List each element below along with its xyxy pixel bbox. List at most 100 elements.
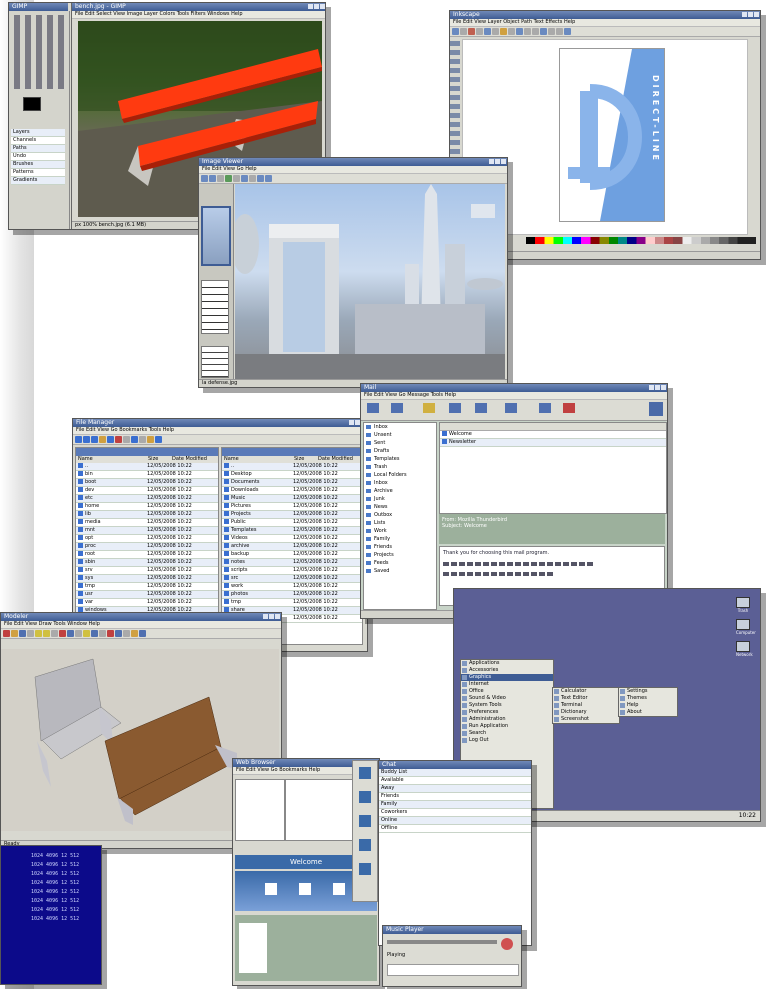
menu-item[interactable]: Run Application bbox=[461, 723, 553, 730]
dock-item[interactable]: Layers bbox=[11, 129, 65, 137]
dock-item[interactable]: Channels bbox=[11, 137, 65, 145]
browser-sidebar[interactable] bbox=[235, 779, 285, 841]
chat-row[interactable]: Buddy List bbox=[379, 769, 531, 777]
file-row[interactable]: work 12/05/2008 10:22 bbox=[222, 583, 362, 591]
menu-item[interactable]: Settings bbox=[619, 688, 677, 695]
gimp-menubar[interactable]: File Edit Select View Image Layer Colors… bbox=[72, 11, 325, 19]
chat-row[interactable]: Offline bbox=[379, 825, 531, 833]
file-row[interactable]: boot 12/05/2008 10:22 bbox=[76, 479, 218, 487]
message-row[interactable]: Welcome bbox=[440, 431, 666, 439]
menu-item[interactable]: Search bbox=[461, 730, 553, 737]
play-button[interactable] bbox=[501, 938, 513, 950]
fm-titlebar[interactable]: File Manager bbox=[73, 419, 367, 427]
file-row[interactable]: Public 12/05/2008 10:22 bbox=[222, 519, 362, 527]
image-viewer-window[interactable]: Image Viewer File Edit View Go Help la d… bbox=[198, 157, 508, 388]
menu-item[interactable]: Internet bbox=[461, 681, 553, 688]
player-playlist[interactable] bbox=[387, 964, 519, 976]
dock-item[interactable]: Gradients bbox=[11, 177, 65, 185]
menu-item[interactable]: Preferences bbox=[461, 709, 553, 716]
mail-message-list[interactable]: Welcome Newsletter bbox=[439, 422, 667, 514]
chat-row[interactable]: Coworkers bbox=[379, 809, 531, 817]
viewer-titlebar[interactable]: Image Viewer bbox=[199, 158, 507, 166]
chat-row[interactable]: Away bbox=[379, 785, 531, 793]
chat-row[interactable]: Friends bbox=[379, 793, 531, 801]
fm-toolbar[interactable] bbox=[73, 435, 367, 445]
player-seek-bar[interactable] bbox=[387, 940, 497, 944]
menu-item[interactable]: Calculator bbox=[553, 688, 619, 695]
folder-item[interactable]: Inbox bbox=[364, 479, 436, 487]
folder-item[interactable]: Outbox bbox=[364, 511, 436, 519]
submenu2[interactable]: Settings Themes Help About bbox=[618, 687, 678, 717]
file-row[interactable]: backup 12/05/2008 10:22 bbox=[222, 551, 362, 559]
launcher-list[interactable] bbox=[239, 923, 267, 973]
inkscape-menubar[interactable]: File Edit View Layer Object Path Text Ef… bbox=[450, 19, 760, 27]
menu-item[interactable]: Administration bbox=[461, 716, 553, 723]
folder-item[interactable]: Work bbox=[364, 527, 436, 535]
launcher-icon[interactable] bbox=[359, 863, 371, 875]
viewer-toolbar[interactable] bbox=[199, 174, 507, 184]
menu-item[interactable]: Dictionary bbox=[553, 709, 619, 716]
terminal-window[interactable]: 1024 4096 12 512 1024 4096 12 512 1024 409… bbox=[0, 845, 102, 985]
file-row[interactable]: Templates 12/05/2008 10:22 bbox=[222, 527, 362, 535]
browser-lower-panel[interactable] bbox=[235, 915, 377, 981]
file-row[interactable]: scripts 12/05/2008 10:22 bbox=[222, 567, 362, 575]
dock-item[interactable]: Undo bbox=[11, 153, 65, 161]
file-row[interactable]: home 12/05/2008 10:22 bbox=[76, 503, 218, 511]
file-row[interactable]: Pictures 12/05/2008 10:22 bbox=[222, 503, 362, 511]
file-row[interactable]: src 12/05/2008 10:22 bbox=[222, 575, 362, 583]
col-name[interactable]: Name bbox=[76, 456, 148, 463]
viewer-menubar[interactable]: File Edit View Go Help bbox=[199, 166, 507, 174]
folder-item[interactable]: Unsent bbox=[364, 431, 436, 439]
launcher-icon[interactable] bbox=[359, 815, 371, 827]
fm-menubar[interactable]: File Edit View Go Bookmarks Tools Help bbox=[73, 427, 367, 435]
file-row[interactable]: .. 12/05/2008 10:22 bbox=[76, 463, 218, 471]
file-row[interactable]: srv 12/05/2008 10:22 bbox=[76, 567, 218, 575]
menu-item[interactable]: Screenshot bbox=[553, 716, 619, 723]
mail-window[interactable]: Mail File Edit View Go Message Tools Hel… bbox=[360, 383, 668, 619]
fm-left-path-bar[interactable] bbox=[76, 448, 218, 456]
submenu[interactable]: Calculator Text Editor Terminal Dictionary S… bbox=[552, 687, 620, 724]
menu-item[interactable]: Applications bbox=[461, 660, 553, 667]
thumbnail[interactable] bbox=[201, 280, 229, 334]
file-row[interactable]: usr 12/05/2008 10:22 bbox=[76, 591, 218, 599]
file-row[interactable]: photos 12/05/2008 10:22 bbox=[222, 591, 362, 599]
file-row[interactable]: opt 12/05/2008 10:22 bbox=[76, 535, 218, 543]
file-row[interactable]: Desktop 12/05/2008 10:22 bbox=[222, 471, 362, 479]
inkscape-palette[interactable] bbox=[526, 237, 756, 244]
chat-row[interactable]: Available bbox=[379, 777, 531, 785]
hero-icon[interactable] bbox=[299, 883, 311, 895]
menu-item[interactable]: Log Out bbox=[461, 737, 553, 744]
chat-row[interactable]: Online bbox=[379, 817, 531, 825]
chat-list[interactable]: Buddy List Available Away Friends Family Cowo… bbox=[379, 769, 531, 833]
file-row[interactable]: mnt 12/05/2008 10:22 bbox=[76, 527, 218, 535]
message-row[interactable]: Newsletter bbox=[440, 439, 666, 447]
fm-right-path-bar[interactable] bbox=[222, 448, 362, 456]
folder-item[interactable]: Local Folders bbox=[364, 471, 436, 479]
folder-item[interactable]: Sent bbox=[364, 439, 436, 447]
cad-toolbar[interactable] bbox=[1, 629, 281, 639]
hero-icon[interactable] bbox=[333, 883, 345, 895]
thumbnail-selected[interactable] bbox=[201, 206, 231, 266]
folder-item[interactable]: News bbox=[364, 503, 436, 511]
menu-item[interactable]: Office bbox=[461, 688, 553, 695]
inkscape-titlebar[interactable]: Inkscape bbox=[450, 11, 760, 19]
col-date[interactable]: Date Modified bbox=[172, 456, 207, 462]
folder-item[interactable]: Saved bbox=[364, 567, 436, 575]
file-row[interactable]: proc 12/05/2008 10:22 bbox=[76, 543, 218, 551]
file-row[interactable]: bin 12/05/2008 10:22 bbox=[76, 471, 218, 479]
cad-menubar[interactable]: File Edit View Draw Tools Window Help bbox=[1, 621, 281, 629]
cad-titlebar[interactable]: Modeler bbox=[1, 613, 281, 621]
folder-item[interactable]: Lists bbox=[364, 519, 436, 527]
folder-item[interactable]: Templates bbox=[364, 455, 436, 463]
col-date[interactable]: Date Modified bbox=[318, 456, 353, 462]
menu-item[interactable]: Terminal bbox=[553, 702, 619, 709]
menu-item[interactable]: Accessories bbox=[461, 667, 553, 674]
dock-item[interactable]: Patterns bbox=[11, 169, 65, 177]
menu-item[interactable]: Text Editor bbox=[553, 695, 619, 702]
chat-row[interactable]: Family bbox=[379, 801, 531, 809]
file-row[interactable]: sys 12/05/2008 10:22 bbox=[76, 575, 218, 583]
mail-folder-tree[interactable]: Inbox Unsent Sent Drafts Templates Trash Local… bbox=[363, 422, 437, 610]
thumbnail[interactable] bbox=[201, 346, 229, 378]
file-row[interactable]: Projects 12/05/2008 10:22 bbox=[222, 511, 362, 519]
player-window[interactable]: Music Player Playing bbox=[382, 925, 522, 987]
